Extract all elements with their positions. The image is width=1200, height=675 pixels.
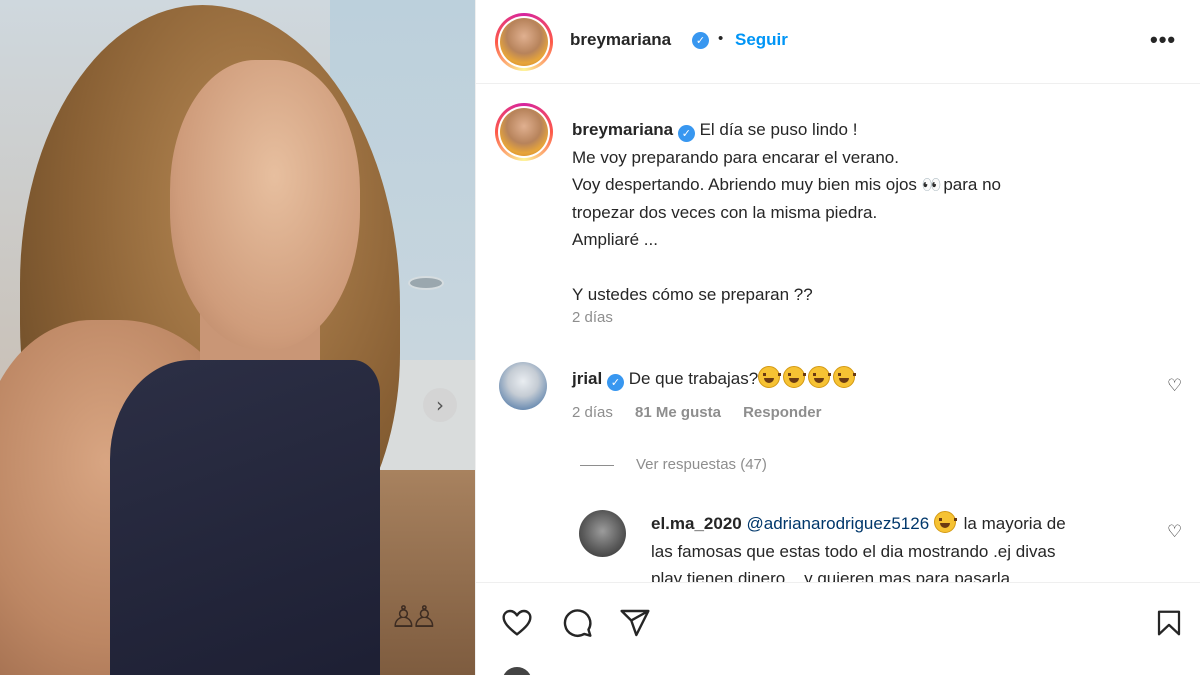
laughing-crying-emoji-icon <box>783 366 807 388</box>
comment-like-heart-icon[interactable]: ♡ <box>1167 522 1182 542</box>
chevron-right-icon: › <box>436 393 444 417</box>
post-header: breymariana ✓ • Seguir ••• <box>476 0 1200 84</box>
comment-body: De que trabajas? <box>628 369 759 388</box>
photo-face <box>170 60 360 350</box>
photo-figurines: ♙♙ <box>390 600 438 635</box>
reply-button[interactable]: Responder <box>743 404 821 421</box>
comment-body: la mayoria de <box>963 514 1066 533</box>
more-options-icon[interactable]: ••• <box>1150 27 1176 53</box>
commenter-username[interactable]: jrial <box>572 369 602 388</box>
caption-line: Ampliaré ... <box>572 230 658 249</box>
comment-like-heart-icon[interactable]: ♡ <box>1167 376 1182 396</box>
comment-text: jrial ✓ De que trabajas? <box>572 366 858 391</box>
paper-plane-icon[interactable] <box>618 607 652 644</box>
comment-body: las famosas que estas todo el dia mostra… <box>651 541 1056 561</box>
verified-badge-icon: ✓ <box>692 32 709 49</box>
eyes-emoji-icon: 👀 <box>921 175 942 194</box>
comment-icon[interactable] <box>560 607 594 644</box>
separator-dot: • <box>718 30 724 47</box>
heart-icon[interactable] <box>500 607 534 644</box>
view-replies-label: Ver respuestas (47) <box>636 456 767 473</box>
photo-ceiling-light <box>408 276 444 290</box>
follow-button[interactable]: Seguir <box>735 30 788 50</box>
laughing-crying-emoji-icon <box>808 366 832 388</box>
caption-line: El día se puso lindo ! <box>699 120 858 139</box>
post-caption: breymariana ✓ El día se puso lindo ! Me … <box>572 116 1172 309</box>
comment-likes[interactable]: 81 Me gusta <box>635 404 721 421</box>
commenter-username[interactable]: el.ma_2020 <box>651 514 742 533</box>
commenter-avatar[interactable] <box>579 510 626 557</box>
caption-username[interactable]: breymariana <box>572 120 673 139</box>
laughing-crying-emoji-icon <box>758 366 782 388</box>
verified-badge-icon: ✓ <box>606 374 624 391</box>
author-username[interactable]: breymariana <box>570 30 671 50</box>
photo-top-garment <box>110 360 380 675</box>
caption-line: para no <box>943 175 1001 194</box>
bookmark-icon[interactable] <box>1154 607 1184 644</box>
laughing-crying-emoji-icon <box>933 511 957 533</box>
caption-line: tropezar dos veces con la misma piedra. <box>572 202 878 222</box>
verified-badge-icon: ✓ <box>677 125 695 143</box>
comment-meta: 2 días 81 Me gusta Responder <box>572 404 821 421</box>
comment-text: el.ma_2020 @adrianarodriguez5126 la mayo… <box>651 510 1156 582</box>
caption-line: Me voy preparando para encarar el verano… <box>572 147 899 167</box>
caption-line: Y ustedes cómo se preparan ?? <box>572 285 813 304</box>
comment-timestamp[interactable]: 2 días <box>572 404 613 421</box>
next-slide-button[interactable]: › <box>423 388 457 422</box>
comment-body: play tienen dinero... y quieren mas para… <box>651 569 1011 582</box>
author-avatar[interactable] <box>495 13 553 71</box>
post-photo[interactable]: ♙♙ › <box>0 0 475 675</box>
caption-author-avatar[interactable] <box>495 103 553 161</box>
post-detail-panel: breymariana ✓ • Seguir ••• breymariana ✓… <box>475 0 1200 675</box>
post-action-bar <box>476 582 1200 675</box>
laughing-crying-emoji-icon <box>833 366 857 388</box>
view-replies-button[interactable]: Ver respuestas (47) <box>580 456 767 473</box>
mention-link[interactable]: @adrianarodriguez5126 <box>746 514 929 533</box>
commenter-avatar[interactable] <box>499 362 547 410</box>
caption-timestamp[interactable]: 2 días <box>572 309 613 326</box>
replies-divider <box>580 464 614 466</box>
viewer-avatar <box>502 667 532 675</box>
caption-line: Voy despertando. Abriendo muy bien mis o… <box>572 175 917 194</box>
